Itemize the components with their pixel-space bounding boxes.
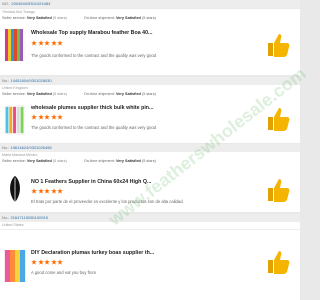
- thumbs-up-icon: [268, 108, 290, 131]
- service-label: Seller service:: [2, 159, 26, 163]
- review-text: A good come and eat you buy from: [31, 270, 96, 275]
- star-icon: [50, 188, 57, 194]
- order-number-strip: NO.: 2004540/9301024484: [0, 0, 300, 8]
- shipment-value: Very Satisfied: [115, 16, 141, 20]
- order-number-strip: No.: 21647115050100915: [0, 214, 300, 222]
- star-icon: [44, 40, 50, 46]
- product-thumbnail[interactable]: [4, 248, 26, 284]
- service-stars: (5 stars): [52, 92, 67, 96]
- service-value: Very Satisfied: [26, 92, 52, 96]
- service-value: Very Satisfied: [26, 16, 52, 20]
- order-number-label: NO.:: [2, 1, 11, 6]
- divider: [0, 229, 300, 230]
- order-number-link[interactable]: 14451604/9301028030: [10, 78, 51, 83]
- review-card: United States DIY Declaration plumas tur…: [0, 222, 300, 300]
- star-icon: [31, 188, 37, 194]
- star-icon: [57, 40, 63, 46]
- buyer-country: United States: [2, 223, 24, 227]
- star-icon: [57, 188, 63, 194]
- service-row: Seller service: Very Satisfied (5 stars)…: [0, 15, 300, 22]
- shipment-stars: (5 stars): [141, 159, 156, 163]
- product-thumbnail[interactable]: [4, 105, 26, 135]
- product-title[interactable]: Wholesale Top supply Marabou feather Boa…: [31, 30, 250, 36]
- product-thumbnail[interactable]: [4, 174, 26, 204]
- order-number-label: No.:: [2, 145, 10, 150]
- thumbs-up-icon: [268, 34, 290, 57]
- product-thumbnail[interactable]: [4, 29, 26, 61]
- star-icon: [50, 40, 57, 46]
- order-number-strip: No.: 19614624/9301026498: [0, 144, 300, 152]
- service-label: Seller service:: [2, 92, 26, 96]
- review-card: Maria Mariana Mexico Seller service: Ver…: [0, 152, 300, 212]
- thumbs-up-icon: [268, 179, 290, 202]
- review-text: The goods conformed to the contract and …: [31, 53, 157, 58]
- shipment-value: Very Satisfied: [115, 92, 141, 96]
- order-number-link[interactable]: 19614624/9301026498: [10, 145, 51, 150]
- feather-boa-image: [4, 29, 26, 61]
- feather-pin-image: [4, 105, 26, 135]
- shipment-stars: (5 stars): [141, 92, 156, 96]
- order-number-label: No.:: [2, 78, 10, 83]
- shipment-label: On-time shipment:: [83, 159, 115, 163]
- order-number-label: No.:: [2, 215, 10, 220]
- star-icon: [57, 114, 63, 120]
- star-icon: [31, 40, 37, 46]
- rating-stars: [31, 259, 63, 266]
- star-icon: [50, 114, 57, 120]
- product-title[interactable]: NO 1 Feathers Supplier in China 60x24 Hi…: [31, 179, 250, 185]
- service-row: Seller service: Very Satisfied (5 stars)…: [0, 91, 300, 98]
- turkey-boa-image: [4, 250, 26, 282]
- star-icon: [37, 114, 44, 120]
- product-title[interactable]: wholesale plumes supplier thick bulk whi…: [31, 105, 250, 111]
- star-icon: [37, 188, 44, 194]
- rating-stars: [31, 114, 63, 121]
- service-value: Very Satisfied: [26, 159, 52, 163]
- thumbs-up-icon: [268, 251, 290, 274]
- order-number-strip: No.: 14451604/9301028030: [0, 77, 300, 85]
- review-card: Trinidad And Tobago Seller service: Very…: [0, 9, 300, 75]
- service-row: Seller service: Very Satisfied (5 stars)…: [0, 158, 300, 165]
- shipment-label: On-time shipment:: [83, 16, 115, 20]
- rating-stars: [31, 40, 63, 47]
- product-title[interactable]: DIY Declaration plumas turkey boas suppl…: [31, 250, 250, 256]
- star-icon: [50, 259, 57, 265]
- black-feather-image: [4, 174, 26, 204]
- star-icon: [57, 259, 63, 265]
- star-icon: [37, 40, 44, 46]
- shipment-value: Very Satisfied: [115, 159, 141, 163]
- review-text: The goods conformed to the contract and …: [31, 125, 157, 130]
- star-icon: [44, 259, 50, 265]
- star-icon: [44, 114, 50, 120]
- star-icon: [31, 114, 37, 120]
- shipment-stars: (5 stars): [141, 16, 156, 20]
- star-icon: [31, 259, 37, 265]
- star-icon: [37, 259, 44, 265]
- order-number-link[interactable]: 2004540/9301024484: [11, 1, 50, 6]
- shipment-label: On-time shipment:: [83, 92, 115, 96]
- service-stars: (5 stars): [52, 159, 67, 163]
- service-label: Seller service:: [2, 16, 26, 20]
- rating-stars: [31, 188, 63, 195]
- service-stars: (5 stars): [52, 16, 67, 20]
- review-card: United Kingdom Seller service: Very Sati…: [0, 85, 300, 143]
- star-icon: [44, 188, 50, 194]
- review-text: El trato por parte de el proveedor es ex…: [31, 199, 184, 204]
- order-number-link[interactable]: 21647115050100915: [10, 215, 48, 220]
